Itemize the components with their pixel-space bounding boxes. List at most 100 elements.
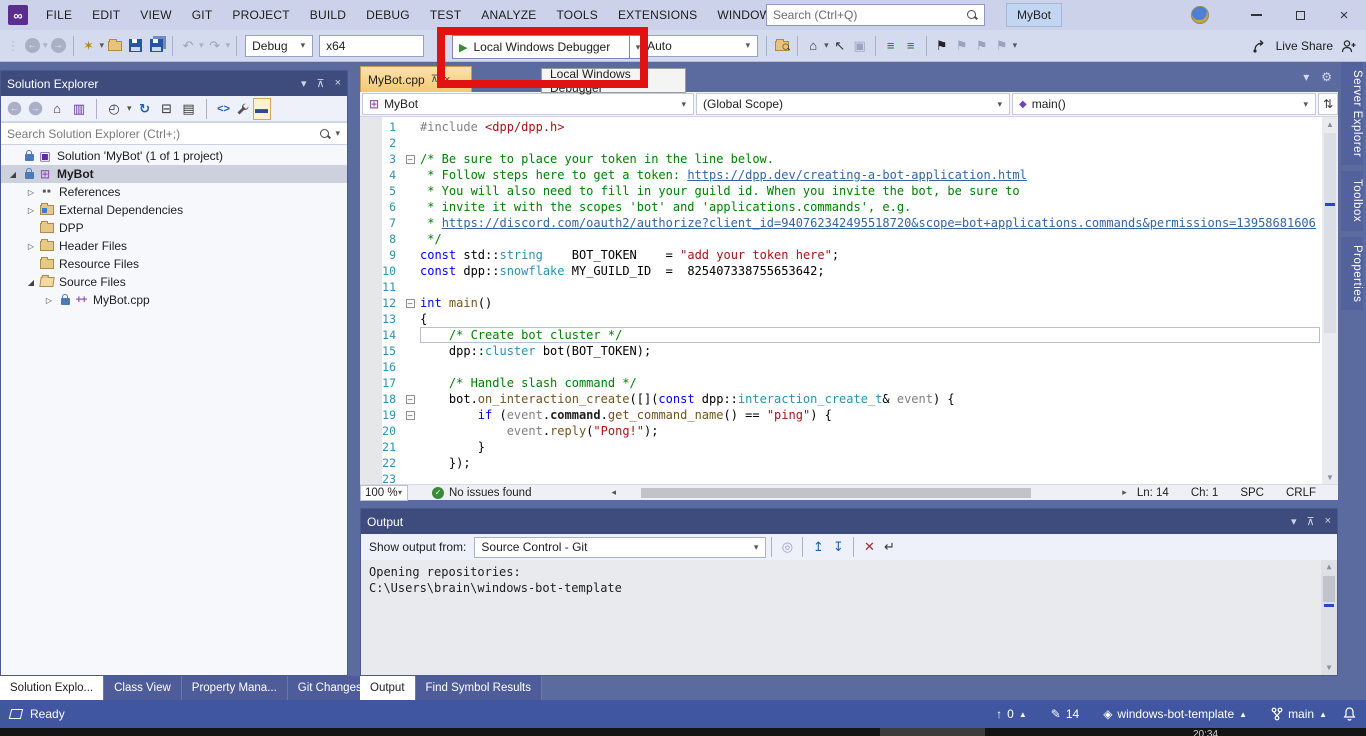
code-line-1[interactable]: 1#include <dpp/dpp.h> [360, 119, 1320, 135]
notifications-bell-icon[interactable] [1343, 707, 1356, 722]
navigate-forward-icon[interactable]: → [51, 38, 66, 53]
code-editor[interactable]: 1#include <dpp/dpp.h>23–/* Be sure to pl… [360, 117, 1338, 484]
redo-icon[interactable]: ↷ [206, 35, 224, 57]
hscroll-right-icon[interactable]: ▸ [1122, 487, 1127, 498]
scroll-down-icon[interactable]: ▼ [1322, 470, 1338, 484]
output-pin-icon[interactable]: ⊼ [1307, 515, 1315, 528]
panel-tab-find-symbol-results[interactable]: Find Symbol Results [416, 676, 542, 700]
menu-file[interactable]: FILE [36, 0, 82, 30]
tree-item-external-dependencies[interactable]: ▷External Dependencies [1, 201, 347, 219]
previous-bookmark-icon[interactable]: ⚑ [953, 35, 971, 57]
account-button[interactable]: MyBot [1006, 3, 1062, 27]
repository-button[interactable]: ◈ windows-bot-template ▲ [1095, 707, 1255, 721]
side-tab-server-explorer[interactable]: Server Explorer [1341, 62, 1363, 165]
tree-item-mybot-cpp[interactable]: ▷++MyBot.cpp [1, 291, 347, 309]
code-line-13[interactable]: 13{ [360, 311, 1320, 327]
pin-icon[interactable]: ⊼ [317, 77, 325, 90]
code-line-6[interactable]: 6 * invite it with the scopes 'bot' and … [360, 199, 1320, 215]
output-titlebar[interactable]: Output ▾ ⊼ × [361, 509, 1337, 534]
new-project-caret[interactable]: ▾ [100, 40, 105, 51]
tree-item-header-files[interactable]: ▷Header Files [1, 237, 347, 255]
fold-collapse-icon[interactable]: – [400, 395, 420, 404]
editor-gear-icon[interactable]: ⚙ [1321, 70, 1332, 84]
close-panel-icon[interactable]: × [335, 77, 341, 90]
clear-all-icon[interactable]: ✕ [860, 536, 878, 558]
hscroll-thumb[interactable] [641, 488, 1031, 498]
code-line-2[interactable]: 2 [360, 135, 1320, 151]
nav-member-dropdown[interactable]: ◆ main() ▾ [1012, 93, 1316, 115]
code-line-14[interactable]: 14 /* Create bot cluster */ [360, 327, 1320, 343]
editor-vertical-scrollbar[interactable]: ▲ ▼ [1322, 117, 1338, 484]
code-line-18[interactable]: 18– bot.on_interaction_create([](const d… [360, 391, 1320, 407]
se-back-icon[interactable]: ← [8, 102, 22, 116]
tree-item-mybot[interactable]: ◢⊞MyBot [1, 165, 347, 183]
code-line-9[interactable]: 9const std::string BOT_TOKEN = "add your… [360, 247, 1320, 263]
undo-icon[interactable]: ↶ [179, 35, 197, 57]
debug-target-dropdown[interactable]: Auto ▾ [640, 35, 758, 57]
navigate-back-caret[interactable]: ▾ [43, 40, 48, 51]
close-button[interactable]: × [1322, 0, 1366, 30]
pending-changes-filter-icon[interactable]: ◴ [105, 98, 123, 120]
expander-icon[interactable]: ▷ [23, 206, 39, 215]
decrease-indent-icon[interactable]: ≡ [882, 35, 900, 57]
panel-tab-output[interactable]: Output [360, 676, 416, 700]
background-tasks-icon[interactable] [9, 709, 23, 719]
expander-icon[interactable]: ▷ [23, 242, 39, 251]
solution-configurations-dropdown[interactable]: Debug ▾ [245, 35, 313, 57]
output-scrollbar[interactable]: ▲ ▼ [1321, 560, 1337, 675]
active-files-caret-icon[interactable]: ▾ [1303, 70, 1309, 84]
split-window-button[interactable]: ⇅ [1318, 93, 1338, 115]
toolbar-overflow-caret[interactable]: ▾ [1013, 40, 1018, 51]
code-line-23[interactable]: 23 [360, 471, 1320, 484]
solution-explorer-titlebar[interactable]: Solution Explorer ▾ ⊼ × [1, 71, 347, 96]
tree-item-solution-mybot-1-of-1-project[interactable]: ▣Solution 'MyBot' (1 of 1 project) [1, 147, 347, 165]
next-message-icon[interactable]: ↧ [829, 536, 847, 558]
pending-edits-button[interactable]: ✎ 14 [1043, 707, 1087, 721]
switch-views-icon[interactable]: ▥ [70, 98, 88, 120]
menu-project[interactable]: PROJECT [222, 0, 299, 30]
se-home-icon[interactable]: ⌂ [48, 98, 66, 120]
panel-tab-class-view[interactable]: Class View [104, 676, 182, 700]
se-search-caret[interactable]: ▾ [335, 128, 340, 139]
output-scroll-up-icon[interactable]: ▲ [1321, 560, 1337, 574]
menu-debug[interactable]: DEBUG [356, 0, 420, 30]
minimize-button[interactable] [1234, 0, 1278, 30]
issues-status[interactable]: No issues found [449, 487, 531, 499]
code-line-3[interactable]: 3–/* Be sure to place your token in the … [360, 151, 1320, 167]
menu-edit[interactable]: EDIT [82, 0, 130, 30]
find-in-files-icon[interactable] [775, 41, 789, 51]
avatar[interactable] [1191, 6, 1209, 24]
fold-collapse-icon[interactable]: – [400, 411, 420, 420]
feedback-icon[interactable] [1341, 39, 1356, 54]
branch-button[interactable]: main ▲ [1263, 707, 1335, 721]
output-close-icon[interactable]: × [1325, 515, 1331, 528]
output-content[interactable]: Opening repositories:C:\Users\brain\wind… [361, 560, 1337, 675]
show-all-files-icon[interactable]: ▤ [180, 98, 198, 120]
code-line-19[interactable]: 19– if (event.command.get_command_name()… [360, 407, 1320, 423]
code-line-21[interactable]: 21 } [360, 439, 1320, 455]
new-project-icon[interactable]: ✶ [80, 35, 98, 57]
menu-git[interactable]: GIT [182, 0, 223, 30]
save-all-icon[interactable] [150, 39, 163, 52]
scroll-up-icon[interactable]: ▲ [1322, 117, 1338, 131]
intellisense-caret[interactable]: ▾ [824, 40, 829, 51]
code-line-16[interactable]: 16 [360, 359, 1320, 375]
restore-button[interactable] [1278, 0, 1322, 30]
code-line-11[interactable]: 11 [360, 279, 1320, 295]
increase-indent-icon[interactable]: ≡ [902, 35, 920, 57]
nav-project-dropdown[interactable]: ⊞ MyBot ▾ [362, 93, 694, 115]
panel-tab-solution-explo[interactable]: Solution Explo... [0, 676, 104, 700]
menu-tools[interactable]: TOOLS [546, 0, 607, 30]
editor-horizontal-scrollbar[interactable]: ◂ ▸ [611, 485, 1126, 501]
quick-launch-search[interactable]: Search (Ctrl+Q) [766, 4, 985, 26]
code-line-12[interactable]: 12–int main() [360, 295, 1320, 311]
undo-caret[interactable]: ▾ [199, 40, 204, 51]
menu-view[interactable]: VIEW [130, 0, 181, 30]
tree-item-references[interactable]: ▷■■References [1, 183, 347, 201]
output-source-dropdown[interactable]: Source Control - Git ▾ [474, 537, 766, 558]
tree-item-resource-files[interactable]: Resource Files [1, 255, 347, 273]
code-line-20[interactable]: 20 event.reply("Pong!"); [360, 423, 1320, 439]
code-line-17[interactable]: 17 /* Handle slash command */ [360, 375, 1320, 391]
code-line-4[interactable]: 4 * Follow steps here to get a token: ht… [360, 167, 1320, 183]
filter-caret[interactable]: ▾ [127, 103, 132, 114]
